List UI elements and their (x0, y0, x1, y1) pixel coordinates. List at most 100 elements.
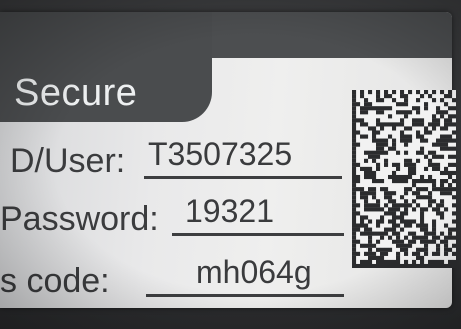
matrix-module (432, 227, 437, 232)
matrix-module (400, 134, 405, 139)
user-id-value: T3507325 (148, 136, 293, 172)
matrix-module (372, 126, 377, 131)
matrix-module (444, 179, 449, 184)
matrix-module (420, 227, 425, 232)
matrix-module (432, 207, 437, 212)
matrix-module (408, 166, 413, 171)
matrix-module (404, 219, 409, 224)
matrix-module (376, 223, 381, 228)
matrix-module (352, 90, 357, 95)
matrix-module (380, 122, 385, 127)
matrix-module (432, 235, 437, 240)
matrix-module (404, 203, 409, 208)
matrix-module (368, 174, 373, 180)
matrix-module (352, 134, 357, 139)
matrix-module (420, 239, 425, 244)
matrix-module (424, 187, 429, 192)
matrix-module (444, 239, 449, 244)
matrix-module (432, 187, 437, 192)
matrix-module (360, 94, 365, 99)
matrix-module (368, 231, 373, 236)
matrix-module (452, 106, 456, 111)
matrix-module (356, 211, 361, 216)
matrix-module (408, 110, 413, 115)
matrix-module (364, 215, 369, 220)
matrix-module (396, 207, 401, 212)
matrix-module (404, 207, 409, 212)
matrix-module (412, 179, 417, 184)
matrix-module (408, 223, 413, 228)
matrix-module (424, 207, 429, 212)
matrix-module (416, 106, 421, 111)
matrix-module (440, 126, 445, 131)
matrix-module (432, 142, 437, 147)
matrix-module (352, 211, 357, 216)
matrix-module (400, 118, 405, 123)
matrix-module (412, 235, 417, 240)
matrix-module (452, 146, 456, 151)
matrix-module (452, 114, 456, 119)
matrix-module (440, 90, 445, 95)
matrix-module (384, 162, 389, 167)
matrix-module (388, 106, 393, 111)
matrix-module (356, 130, 361, 135)
matrix-module (400, 102, 405, 107)
matrix-module (352, 199, 357, 204)
matrix-module (452, 154, 456, 159)
matrix-module (432, 122, 437, 127)
matrix-module (372, 130, 377, 135)
matrix-module (352, 94, 357, 99)
matrix-module (412, 207, 417, 212)
matrix-module (368, 235, 373, 240)
matrix-module (448, 227, 453, 232)
matrix-module (392, 170, 397, 176)
matrix-module (360, 231, 365, 236)
matrix-module (416, 90, 421, 95)
matrix-module (380, 179, 385, 184)
matrix-module (360, 90, 365, 95)
matrix-module (372, 138, 377, 143)
matrix-module (416, 122, 421, 127)
matrix-module (452, 251, 456, 256)
matrix-module (408, 243, 413, 248)
matrix-module (440, 211, 445, 216)
matrix-module (380, 138, 385, 143)
matrix-module (436, 138, 441, 143)
matrix-module (404, 174, 409, 180)
matrix-module (432, 118, 437, 123)
matrix-module (376, 203, 381, 208)
matrix-module (372, 174, 377, 180)
matrix-module (380, 251, 385, 256)
matrix-module (444, 166, 449, 171)
matrix-module (448, 138, 453, 143)
matrix-module (412, 122, 417, 127)
matrix-module (384, 90, 389, 95)
matrix-module (436, 243, 441, 248)
matrix-module (372, 187, 377, 192)
data-matrix-code-icon (352, 90, 456, 268)
matrix-module (404, 94, 409, 99)
matrix-module (404, 235, 409, 240)
matrix-module (408, 170, 413, 176)
matrix-module (380, 110, 385, 115)
matrix-module (388, 191, 393, 196)
matrix-module (408, 162, 413, 167)
matrix-module (396, 110, 401, 115)
matrix-module (356, 223, 361, 228)
matrix-module (376, 179, 381, 184)
matrix-module (396, 239, 401, 244)
matrix-module (360, 223, 365, 228)
matrix-module (376, 207, 381, 212)
matrix-module (352, 146, 357, 151)
matrix-module (432, 183, 437, 188)
matrix-module (356, 102, 361, 107)
matrix-module (452, 203, 456, 208)
matrix-module (368, 239, 373, 244)
matrix-module (428, 130, 433, 135)
matrix-module (408, 126, 413, 131)
matrix-module (392, 142, 397, 147)
matrix-module (368, 243, 373, 248)
matrix-module (448, 114, 453, 119)
matrix-module (444, 187, 449, 192)
matrix-module (360, 191, 365, 196)
